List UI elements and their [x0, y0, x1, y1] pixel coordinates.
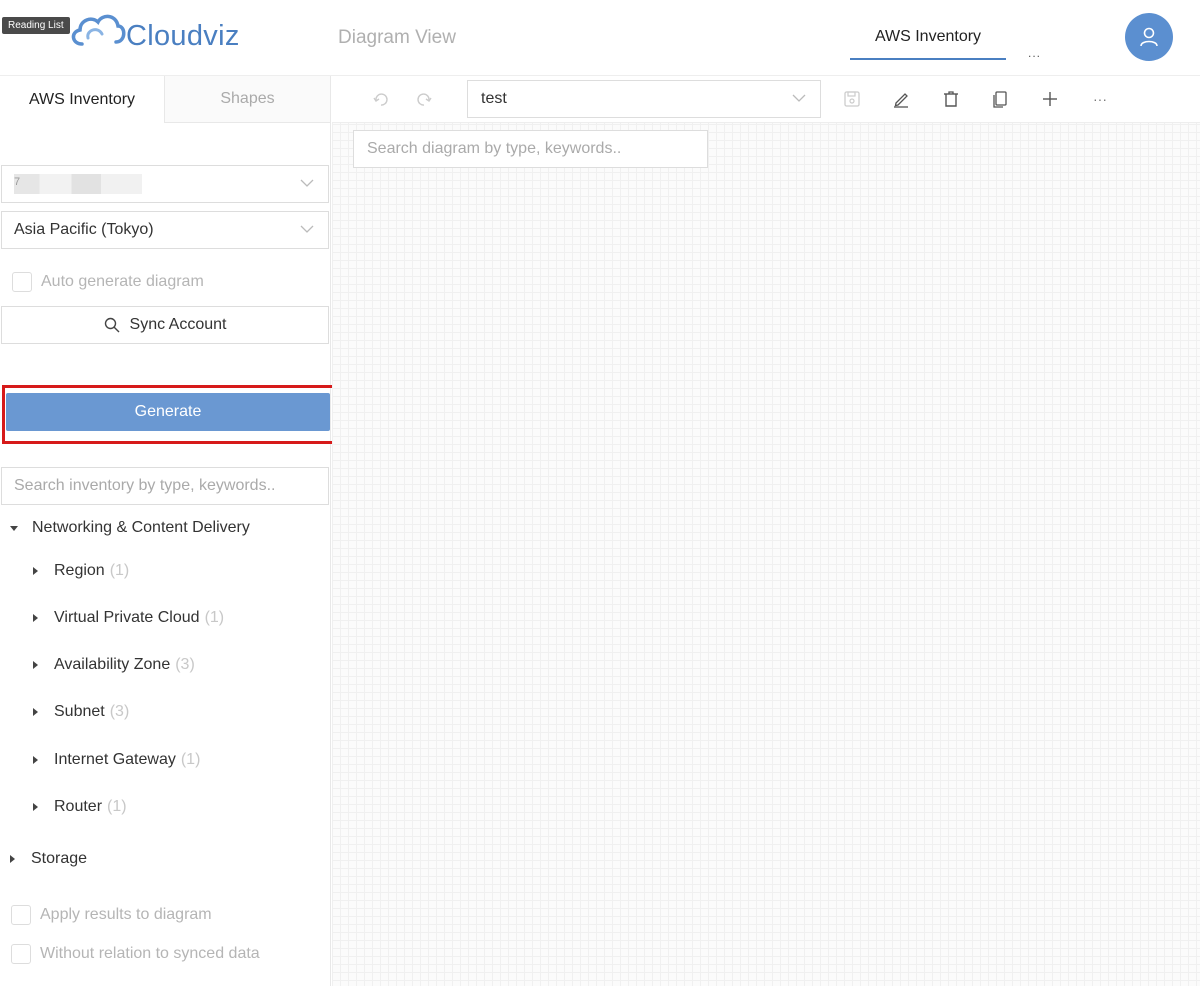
- item-count: (1): [107, 798, 127, 815]
- without-relation-label: Without relation to synced data: [40, 945, 260, 962]
- user-avatar[interactable]: [1125, 13, 1173, 61]
- generate-button[interactable]: Generate: [6, 393, 330, 431]
- undo-icon[interactable]: [370, 88, 392, 110]
- auto-generate-label: Auto generate diagram: [41, 273, 204, 290]
- tree-item-vpc[interactable]: Virtual Private Cloud (1): [32, 609, 224, 627]
- nav-diagram-view[interactable]: Diagram View: [338, 27, 456, 49]
- caret-right-icon: [33, 803, 38, 811]
- delete-icon[interactable]: [940, 88, 962, 110]
- search-inventory-input[interactable]: Search inventory by type, keywords..: [1, 467, 329, 505]
- without-relation-checkbox[interactable]: Without relation to synced data: [11, 944, 260, 964]
- more-icon[interactable]: ···: [1089, 88, 1111, 110]
- item-count: (3): [175, 656, 195, 673]
- account-select[interactable]: 7: [1, 165, 329, 203]
- tab-aws-inventory[interactable]: AWS Inventory: [0, 76, 164, 123]
- apply-results-checkbox[interactable]: Apply results to diagram: [11, 905, 212, 925]
- tree-category-networking[interactable]: Networking & Content Delivery: [10, 519, 250, 537]
- cloudviz-logo-icon: [71, 14, 126, 46]
- edit-icon[interactable]: [890, 88, 912, 110]
- tree-item-router[interactable]: Router (1): [32, 798, 127, 816]
- chevron-down-icon: [300, 225, 314, 233]
- caret-right-icon: [33, 661, 38, 669]
- item-count: (1): [109, 562, 130, 579]
- item-count: (1): [204, 609, 225, 626]
- tab-shapes[interactable]: Shapes: [164, 76, 330, 123]
- redo-icon[interactable]: [413, 88, 435, 110]
- sync-account-button[interactable]: Sync Account: [1, 306, 329, 344]
- checkbox-box[interactable]: [11, 944, 31, 964]
- item-count: (3): [109, 703, 130, 720]
- caret-right-icon: [33, 756, 38, 764]
- checkbox-box[interactable]: [11, 905, 31, 925]
- tree-item-internet-gateway[interactable]: Internet Gateway (1): [32, 751, 200, 769]
- add-icon[interactable]: [1039, 88, 1061, 110]
- item-count: (1): [180, 751, 201, 768]
- caret-right-icon: [33, 567, 38, 575]
- search-diagram-input[interactable]: Search diagram by type, keywords..: [353, 130, 708, 168]
- checkbox-box[interactable]: [12, 272, 32, 292]
- caret-right-icon: [10, 855, 15, 863]
- chevron-down-icon: [300, 179, 314, 187]
- chevron-down-icon: [792, 94, 806, 102]
- diagram-toolbar: test ···: [332, 76, 1200, 123]
- caret-right-icon: [33, 614, 38, 622]
- diagram-select[interactable]: test: [467, 80, 821, 118]
- reading-list-tooltip: Reading List: [2, 17, 70, 34]
- tree-item-region[interactable]: Region (1): [32, 562, 129, 580]
- diagram-canvas[interactable]: test ··· Search diagram by type, keyword…: [332, 76, 1200, 986]
- redacted-account-id: 7: [14, 174, 142, 194]
- tree-category-storage[interactable]: Storage: [10, 850, 87, 868]
- caret-down-icon: [10, 525, 18, 531]
- caret-right-icon: [33, 708, 38, 716]
- search-icon: [104, 317, 120, 333]
- apply-results-label: Apply results to diagram: [40, 906, 212, 923]
- inventory-sidebar: AWS Inventory Shapes 7 Asia Pacific (Tok…: [0, 76, 342, 986]
- region-select-value: Asia Pacific (Tokyo): [14, 221, 154, 238]
- app-header: Reading List Cloudviz Diagram View AWS I…: [0, 0, 1200, 76]
- nav-aws-inventory[interactable]: AWS Inventory: [850, 28, 1006, 60]
- auto-generate-checkbox[interactable]: Auto generate diagram: [12, 272, 204, 292]
- region-select[interactable]: Asia Pacific (Tokyo): [1, 211, 329, 249]
- nav-more-button[interactable]: ...: [1028, 46, 1041, 60]
- user-icon: [1140, 27, 1158, 47]
- logo-text[interactable]: Cloudviz: [126, 20, 240, 53]
- tree-item-availability-zone[interactable]: Availability Zone (3): [32, 656, 195, 674]
- save-icon[interactable]: [841, 88, 863, 110]
- tree-item-subnet[interactable]: Subnet (3): [32, 703, 129, 721]
- copy-icon[interactable]: [989, 88, 1011, 110]
- diagram-select-value: test: [481, 90, 507, 107]
- sync-account-label: Sync Account: [129, 316, 227, 333]
